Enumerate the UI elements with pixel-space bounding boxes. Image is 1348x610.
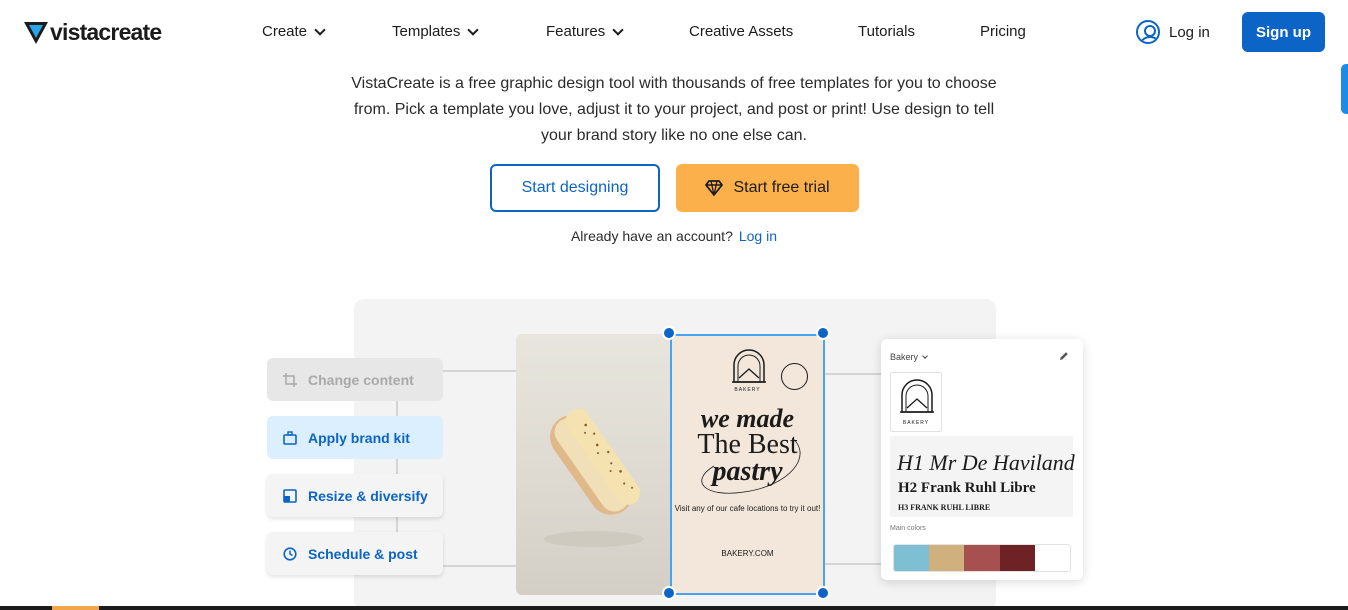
feature-change-content[interactable]: Change content [267,358,443,401]
selection-handle[interactable] [816,586,830,600]
decorative-circle [781,363,808,390]
color-swatch[interactable] [894,545,930,571]
nav-creative-assets[interactable]: Creative Assets [689,23,793,40]
eclair-image [544,408,644,547]
nav-tutorials-label: Tutorials [858,23,915,40]
connector-line [443,370,516,372]
signup-button[interactable]: Sign up [1242,12,1325,52]
nav-create-label: Create [262,23,308,40]
feature-apply-brand-kit[interactable]: Apply brand kit [267,416,443,459]
bakery-logo-icon [900,379,934,413]
resize-icon [283,488,297,503]
start-free-trial-button[interactable]: Start free trial [676,164,859,212]
already-have-account-text: Already have an account? [570,228,733,244]
connector-line [825,373,881,375]
brand-kit-card: Bakery BAKERY H1 Mr De Haviland H2 Frank… [881,339,1083,580]
connector-line [825,563,881,565]
hero-description: VistaCreate is a free graphic design too… [351,75,997,144]
selection-handle[interactable] [816,326,830,340]
login-prompt: Already have an account? Log in [0,228,1348,244]
poster-url: BAKERY.COM [721,549,774,558]
nav-create[interactable]: Create [262,23,326,40]
nav-pricing-label: Pricing [980,23,1026,40]
crop-icon [283,372,297,387]
brand-font-h2: H2 Frank Ruhl Libre [898,480,1036,496]
vistacreate-logo[interactable]: vistacreate [24,19,162,46]
brand-font-h1: H1 Mr De Haviland [897,450,1075,475]
color-swatch[interactable] [999,545,1035,571]
clock-icon [283,546,297,561]
nav-templates-label: Templates [392,23,461,40]
chevron-down-icon [314,23,326,36]
user-icon [1136,20,1160,44]
chevron-down-icon [467,23,480,36]
bottom-bar [0,606,1348,610]
feature-schedule-post-label: Schedule & post [308,545,418,562]
chevron-down-icon [922,352,928,359]
selection-handle[interactable] [662,326,676,340]
bakery-logo-icon [732,349,766,383]
brand-kit-logo-text: BAKERY [902,420,930,426]
color-swatch[interactable] [929,545,965,571]
poster-title: we made The Best pastry [672,406,823,486]
main-colors-label: Main colors [890,525,926,532]
connector-line [443,565,516,567]
feature-resize-diversify-label: Resize & diversify [308,487,428,504]
brand-kit-selector[interactable]: Bakery [890,352,928,362]
poster-subtitle: Visit any of our cafe locations to try i… [674,504,821,513]
selection-handle[interactable] [662,586,676,600]
pencil-icon[interactable] [1059,351,1069,361]
brand-kit-fonts[interactable]: H1 Mr De Haviland H2 Frank Ruhl Libre H3… [890,436,1075,517]
start-designing-button[interactable]: Start designing [490,164,660,212]
feature-resize-diversify[interactable]: Resize & diversify [267,474,443,517]
nav-features[interactable]: Features [546,23,624,40]
bottom-accent [52,606,99,610]
nav-tutorials[interactable]: Tutorials [858,23,915,40]
brand-kit-logo[interactable]: BAKERY [890,372,942,432]
feature-apply-brand-kit-label: Apply brand kit [308,429,410,446]
poster-title-line2: The Best [697,429,798,460]
chevron-down-icon [612,23,624,36]
logo-mark-icon [24,21,48,44]
poster-title-line3: pastry [712,456,783,487]
side-tab[interactable] [1341,64,1348,114]
diamond-icon [705,180,724,196]
start-free-trial-label: Start free trial [733,179,830,196]
nav-features-label: Features [546,23,606,40]
pastry-photo [516,334,670,595]
color-swatch[interactable] [1034,545,1070,571]
bakery-poster[interactable]: BAKERY we made The Best pastry Visit any… [670,334,825,595]
nav-creative-assets-label: Creative Assets [689,23,794,40]
nav-templates[interactable]: Templates [392,23,480,40]
feature-schedule-post[interactable]: Schedule & post [267,532,443,575]
login-link[interactable]: Log in [1136,20,1210,44]
brand-font-h3: H3 FRANK RUHL LIBRE [898,503,991,512]
color-swatches [893,544,1071,572]
briefcase-icon [283,430,297,445]
brand-kit-name: Bakery [890,352,919,362]
feature-change-content-label: Change content [308,371,414,388]
hero-login-link[interactable]: Log in [739,228,777,244]
top-navigation: vistacreate Create Templates Features Cr… [0,0,1348,64]
nav-pricing[interactable]: Pricing [980,23,1026,40]
login-label: Log in [1169,23,1210,41]
logo-text: vistacreate [50,19,162,45]
color-swatch[interactable] [964,545,1000,571]
